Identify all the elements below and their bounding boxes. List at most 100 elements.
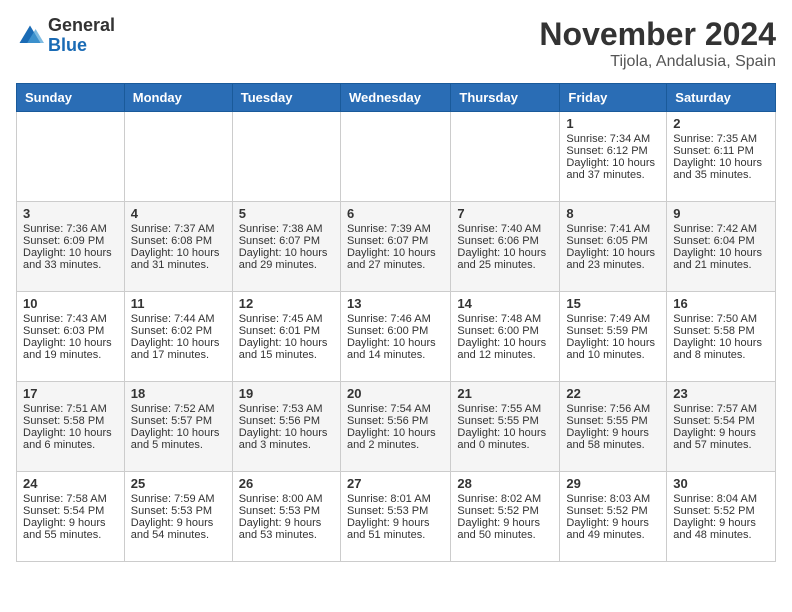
calendar-week-row: 10Sunrise: 7:43 AMSunset: 6:03 PMDayligh… [17,292,776,382]
logo-general-text: General [48,15,115,35]
sunrise: Sunrise: 7:35 AM [673,133,757,145]
daylight: Daylight: 10 hours and 31 minutes. [131,247,220,271]
sunset: Sunset: 6:07 PM [347,235,428,247]
daylight: Daylight: 9 hours and 53 minutes. [239,517,322,541]
day-number: 18 [131,386,226,401]
day-number: 20 [347,386,444,401]
daylight: Daylight: 10 hours and 37 minutes. [566,157,655,181]
sunrise: Sunrise: 7:37 AM [131,223,215,235]
daylight: Daylight: 9 hours and 57 minutes. [673,427,756,451]
sunrise: Sunrise: 8:02 AM [457,493,541,505]
calendar-cell: 18Sunrise: 7:52 AMSunset: 5:57 PMDayligh… [124,382,232,472]
calendar-cell: 27Sunrise: 8:01 AMSunset: 5:53 PMDayligh… [340,472,450,562]
daylight: Daylight: 10 hours and 29 minutes. [239,247,328,271]
calendar-cell: 15Sunrise: 7:49 AMSunset: 5:59 PMDayligh… [560,292,667,382]
calendar-cell: 13Sunrise: 7:46 AMSunset: 6:00 PMDayligh… [340,292,450,382]
calendar-cell: 23Sunrise: 7:57 AMSunset: 5:54 PMDayligh… [667,382,776,472]
day-number: 22 [566,386,660,401]
sunset: Sunset: 6:03 PM [23,325,104,337]
sunrise: Sunrise: 8:01 AM [347,493,431,505]
calendar-cell: 8Sunrise: 7:41 AMSunset: 6:05 PMDaylight… [560,202,667,292]
calendar-cell: 4Sunrise: 7:37 AMSunset: 6:08 PMDaylight… [124,202,232,292]
sunset: Sunset: 6:04 PM [673,235,754,247]
sunset: Sunset: 5:54 PM [673,415,754,427]
daylight: Daylight: 10 hours and 15 minutes. [239,337,328,361]
weekday-header: Saturday [667,84,776,112]
logo-icon [16,22,44,50]
day-number: 7 [457,206,553,221]
sunset: Sunset: 5:53 PM [239,505,320,517]
calendar-cell [451,112,560,202]
daylight: Daylight: 10 hours and 3 minutes. [239,427,328,451]
sunset: Sunset: 6:01 PM [239,325,320,337]
sunset: Sunset: 5:52 PM [457,505,538,517]
daylight: Daylight: 9 hours and 58 minutes. [566,427,649,451]
daylight: Daylight: 9 hours and 48 minutes. [673,517,756,541]
weekday-header: Thursday [451,84,560,112]
daylight: Daylight: 10 hours and 33 minutes. [23,247,112,271]
calendar-cell: 2Sunrise: 7:35 AMSunset: 6:11 PMDaylight… [667,112,776,202]
day-number: 1 [566,116,660,131]
day-number: 28 [457,476,553,491]
calendar-cell [232,112,340,202]
sunrise: Sunrise: 7:41 AM [566,223,650,235]
sunset: Sunset: 6:11 PM [673,145,754,157]
calendar-cell: 29Sunrise: 8:03 AMSunset: 5:52 PMDayligh… [560,472,667,562]
calendar-cell [17,112,125,202]
day-number: 5 [239,206,334,221]
sunset: Sunset: 5:54 PM [23,505,104,517]
sunrise: Sunrise: 7:56 AM [566,403,650,415]
calendar-cell: 26Sunrise: 8:00 AMSunset: 5:53 PMDayligh… [232,472,340,562]
weekday-header: Tuesday [232,84,340,112]
daylight: Daylight: 10 hours and 2 minutes. [347,427,436,451]
day-number: 26 [239,476,334,491]
calendar-week-row: 1Sunrise: 7:34 AMSunset: 6:12 PMDaylight… [17,112,776,202]
calendar-cell: 19Sunrise: 7:53 AMSunset: 5:56 PMDayligh… [232,382,340,472]
sunset: Sunset: 5:58 PM [673,325,754,337]
sunrise: Sunrise: 7:36 AM [23,223,107,235]
sunset: Sunset: 5:56 PM [239,415,320,427]
sunrise: Sunrise: 7:43 AM [23,313,107,325]
daylight: Daylight: 10 hours and 0 minutes. [457,427,546,451]
sunset: Sunset: 5:57 PM [131,415,212,427]
daylight: Daylight: 10 hours and 14 minutes. [347,337,436,361]
weekday-header: Monday [124,84,232,112]
daylight: Daylight: 10 hours and 27 minutes. [347,247,436,271]
sunrise: Sunrise: 7:40 AM [457,223,541,235]
calendar-cell: 16Sunrise: 7:50 AMSunset: 5:58 PMDayligh… [667,292,776,382]
sunrise: Sunrise: 7:49 AM [566,313,650,325]
sunrise: Sunrise: 7:58 AM [23,493,107,505]
day-number: 3 [23,206,118,221]
sunset: Sunset: 6:06 PM [457,235,538,247]
calendar-week-row: 17Sunrise: 7:51 AMSunset: 5:58 PMDayligh… [17,382,776,472]
daylight: Daylight: 10 hours and 17 minutes. [131,337,220,361]
sunrise: Sunrise: 7:59 AM [131,493,215,505]
sunset: Sunset: 5:53 PM [131,505,212,517]
day-number: 6 [347,206,444,221]
daylight: Daylight: 10 hours and 12 minutes. [457,337,546,361]
daylight: Daylight: 10 hours and 19 minutes. [23,337,112,361]
day-number: 13 [347,296,444,311]
daylight: Daylight: 9 hours and 50 minutes. [457,517,540,541]
calendar-cell: 30Sunrise: 8:04 AMSunset: 5:52 PMDayligh… [667,472,776,562]
sunrise: Sunrise: 7:46 AM [347,313,431,325]
calendar-cell: 6Sunrise: 7:39 AMSunset: 6:07 PMDaylight… [340,202,450,292]
daylight: Daylight: 10 hours and 10 minutes. [566,337,655,361]
sunset: Sunset: 5:58 PM [23,415,104,427]
sunset: Sunset: 6:05 PM [566,235,647,247]
calendar-cell: 14Sunrise: 7:48 AMSunset: 6:00 PMDayligh… [451,292,560,382]
calendar-cell: 11Sunrise: 7:44 AMSunset: 6:02 PMDayligh… [124,292,232,382]
calendar-cell: 24Sunrise: 7:58 AMSunset: 5:54 PMDayligh… [17,472,125,562]
month-title: November 2024 [539,16,776,53]
calendar-cell [340,112,450,202]
day-number: 30 [673,476,769,491]
sunset: Sunset: 5:59 PM [566,325,647,337]
sunrise: Sunrise: 8:03 AM [566,493,650,505]
calendar-cell: 7Sunrise: 7:40 AMSunset: 6:06 PMDaylight… [451,202,560,292]
sunrise: Sunrise: 7:52 AM [131,403,215,415]
sunset: Sunset: 6:12 PM [566,145,647,157]
calendar-cell: 10Sunrise: 7:43 AMSunset: 6:03 PMDayligh… [17,292,125,382]
daylight: Daylight: 10 hours and 6 minutes. [23,427,112,451]
sunrise: Sunrise: 7:51 AM [23,403,107,415]
day-number: 19 [239,386,334,401]
